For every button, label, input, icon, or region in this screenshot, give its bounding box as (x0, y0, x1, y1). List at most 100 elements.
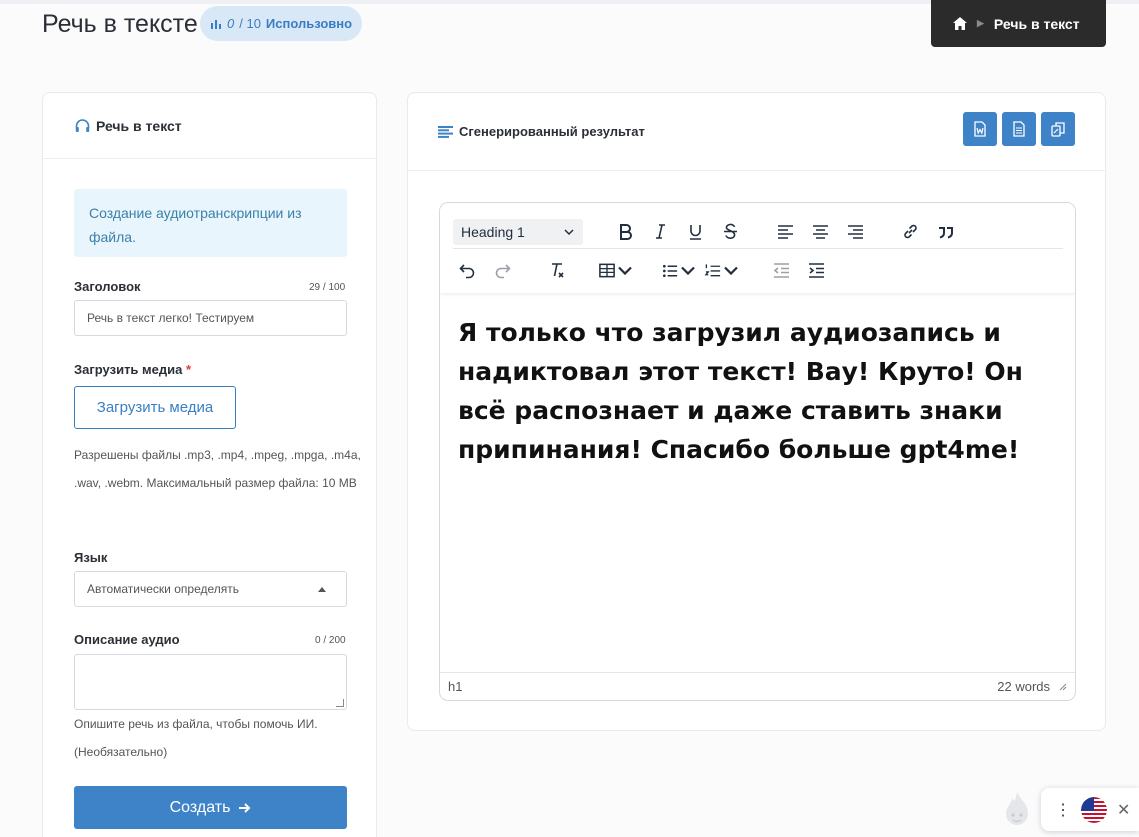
language-select[interactable]: Автоматически определять (74, 571, 347, 607)
block-format-value: Heading 1 (461, 223, 525, 240)
copy-icon (1051, 122, 1065, 137)
upload-media-button[interactable]: Загрузить медиа (74, 386, 236, 429)
text-file-icon (1013, 121, 1025, 137)
title-field-label: Заголовок (74, 279, 141, 294)
strikethrough-button[interactable] (716, 218, 744, 246)
language-select-value: Автоматически определять (87, 582, 240, 596)
resize-handle-icon[interactable] (1058, 682, 1067, 691)
clear-formatting-icon (551, 262, 564, 278)
headphones-icon (75, 118, 90, 132)
result-actions (963, 112, 1075, 146)
title-input[interactable]: Речь в текст легко! Тестируем (74, 300, 347, 336)
align-left-icon (777, 225, 793, 239)
info-alert: Создание аудиотранскрипции из файла. (74, 189, 347, 257)
caret-up-icon (318, 586, 326, 592)
page-title: Речь в тексте (42, 10, 198, 38)
bold-button[interactable] (611, 218, 639, 246)
resize-grip-icon[interactable] (336, 699, 344, 707)
more-vertical-icon[interactable]: ⋮ (1055, 800, 1071, 820)
close-icon[interactable]: ✕ (1117, 800, 1130, 820)
description-label: Описание аудио (74, 632, 180, 647)
description-counter: 0 / 200 (315, 635, 346, 646)
editor-content[interactable]: Я только что загрузил аудиозапись и нади… (458, 313, 1058, 469)
export-word-button[interactable] (963, 112, 997, 146)
breadcrumb-separator: ▶ (977, 18, 984, 28)
copy-button[interactable] (1041, 112, 1075, 146)
breadcrumb: ▶ Речь в текст (931, 0, 1106, 47)
required-mark: * (186, 362, 192, 377)
arrow-right-icon (239, 802, 251, 813)
align-center-button[interactable] (806, 218, 834, 246)
underline-button[interactable] (681, 218, 709, 246)
chevron-down-icon (681, 266, 695, 275)
italic-button[interactable] (646, 218, 674, 246)
italic-icon (655, 224, 665, 239)
align-left-button[interactable] (771, 218, 799, 246)
toolbar-row-1: Heading 1 (453, 215, 1063, 249)
usage-label: Использовно (265, 16, 353, 31)
description-help-text: Опишите речь из файла, чтобы помочь ИИ. … (74, 717, 318, 759)
align-left-icon (438, 125, 453, 138)
link-icon (903, 224, 917, 239)
rich-text-editor: Heading 1 Я только что загрузил аудиозап… (439, 202, 1076, 701)
numbered-list-icon (704, 263, 721, 276)
redo-button[interactable] (488, 256, 516, 284)
editor-toolbar: Heading 1 (440, 203, 1075, 293)
home-icon[interactable] (953, 17, 967, 30)
usage-used: 0 (227, 16, 235, 31)
link-button[interactable] (896, 218, 924, 246)
element-path[interactable]: h1 (448, 679, 462, 694)
usage-badge: 0 / 10 Использовно (200, 6, 363, 41)
language-widget: ⋮ ✕ (1041, 788, 1139, 831)
chevron-down-icon (724, 266, 738, 275)
upload-label-text: Загрузить медиа (74, 362, 183, 377)
toolbar-row-2 (453, 255, 1063, 285)
underline-icon (689, 225, 701, 240)
us-flag-icon[interactable] (1081, 796, 1107, 823)
undo-button[interactable] (453, 256, 481, 284)
bullet-list-button[interactable] (661, 256, 697, 284)
bold-icon (619, 224, 632, 240)
export-text-button[interactable] (1002, 112, 1036, 146)
editor-statusbar: h1 22 words (440, 672, 1075, 700)
outdent-button[interactable] (767, 256, 795, 284)
create-button-label: Создать (169, 798, 231, 816)
table-button[interactable] (598, 256, 634, 284)
breadcrumb-current: Речь в текст (993, 15, 1080, 32)
bar-chart-icon (211, 19, 221, 29)
redo-icon (495, 263, 511, 278)
clear-formatting-button[interactable] (543, 256, 571, 284)
strikethrough-icon (723, 223, 737, 239)
upload-help-text: Разрешены файлы .mp3, .mp4, .mpeg, .mpga… (74, 448, 361, 490)
numbered-list-button[interactable] (704, 256, 740, 284)
blockquote-button[interactable] (931, 218, 959, 246)
indent-button[interactable] (802, 256, 830, 284)
word-file-icon (974, 121, 986, 137)
statusbar-right: 22 words (997, 679, 1067, 694)
bullet-list-icon (662, 264, 678, 277)
language-label: Язык (74, 550, 108, 565)
block-format-select[interactable]: Heading 1 (453, 218, 583, 245)
form-card-header: Речь в текст (43, 93, 376, 159)
upload-label: Загрузить медиа * (74, 362, 191, 377)
indent-icon (808, 262, 824, 278)
form-card-title: Речь в текст (96, 117, 182, 134)
result-card-title: Сгенерированный результат (459, 124, 645, 139)
table-icon (599, 263, 615, 277)
flame-mascot-icon (1006, 792, 1028, 825)
word-count[interactable]: 22 words (997, 679, 1050, 694)
align-right-button[interactable] (841, 218, 869, 246)
create-button[interactable]: Создать (74, 786, 347, 829)
outdent-icon (773, 262, 789, 278)
chevron-down-icon (618, 266, 632, 275)
title-counter: 29 / 100 (309, 282, 346, 293)
description-textarea[interactable] (74, 654, 347, 710)
align-right-icon (847, 225, 863, 239)
result-card: Сгенерированный результат Heading 1 Я то… (407, 92, 1106, 731)
align-center-icon (812, 225, 828, 239)
undo-icon (458, 263, 474, 278)
usage-total: / 10 (239, 16, 261, 31)
speech-to-text-form-card: Речь в текст Создание аудиотранскрипции … (42, 92, 377, 837)
quote-icon (938, 227, 953, 239)
chevron-down-icon (564, 228, 574, 235)
